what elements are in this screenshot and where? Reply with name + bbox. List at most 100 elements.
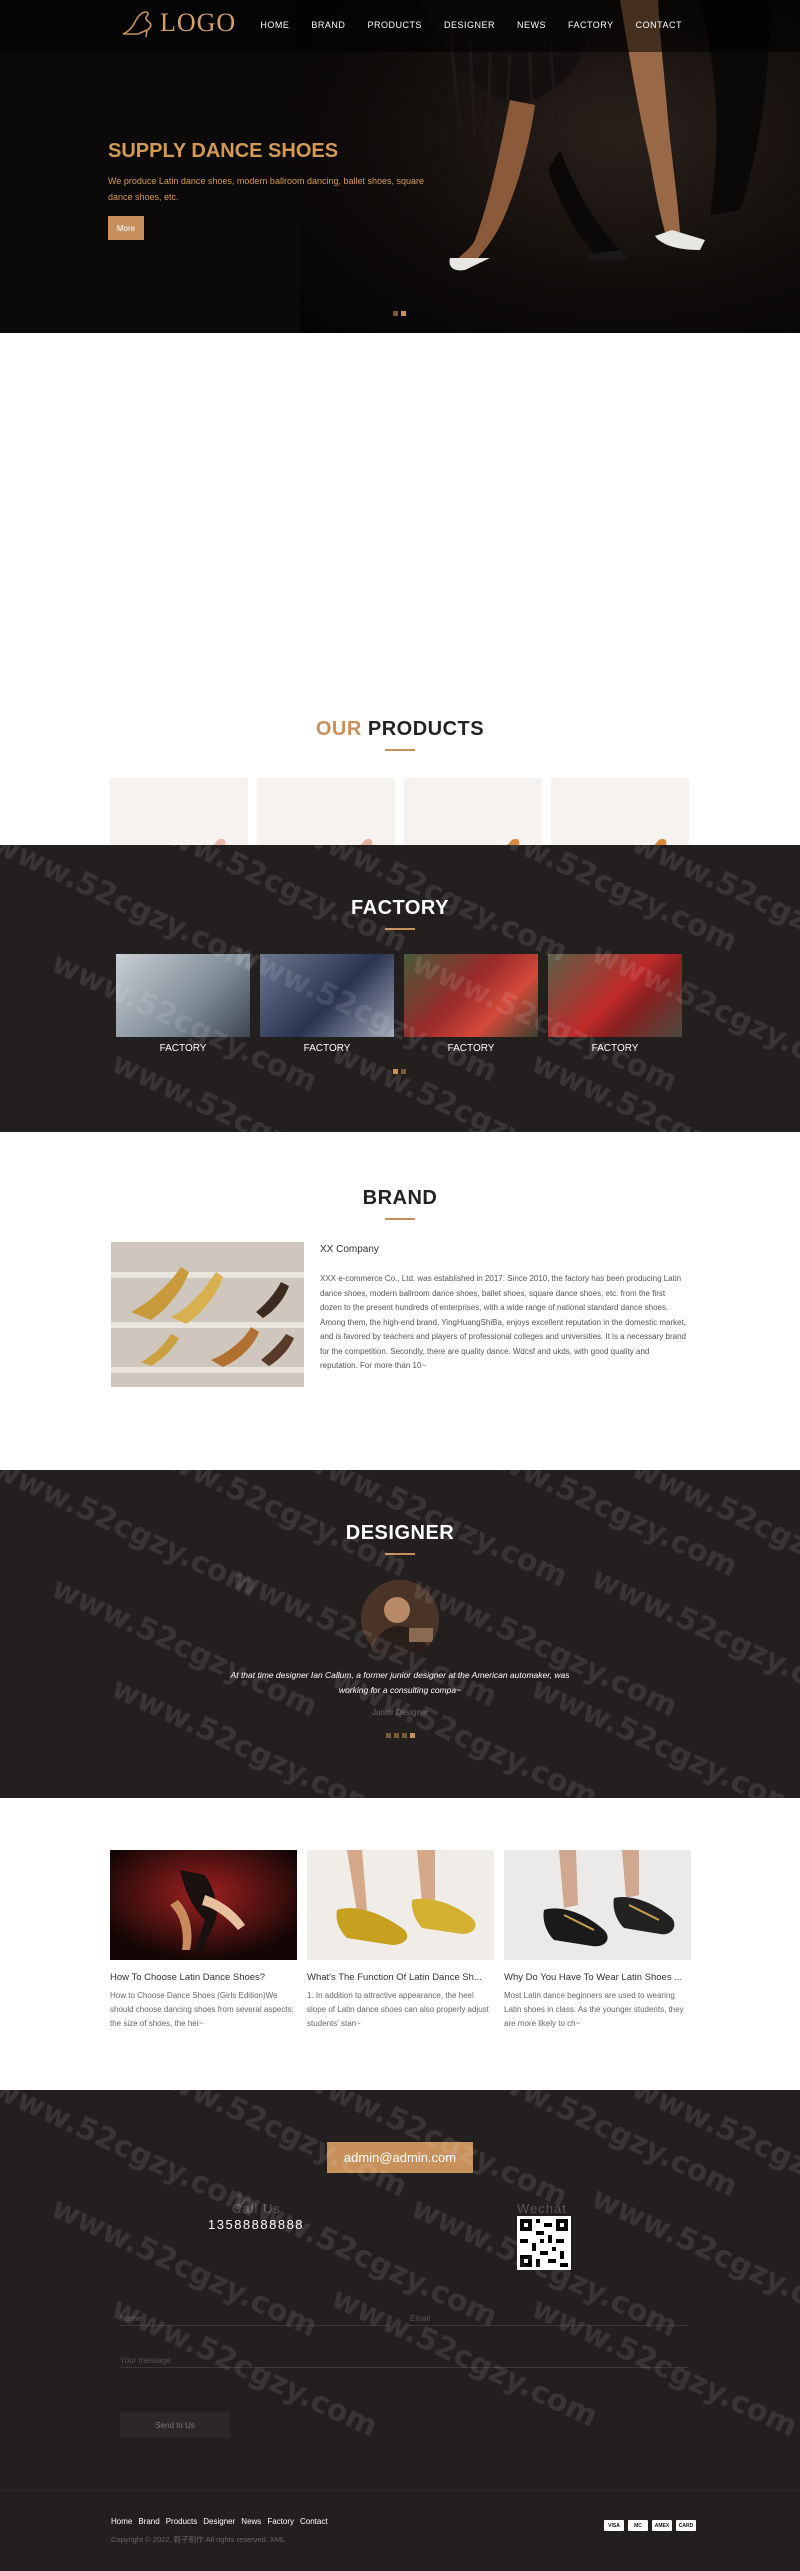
watermark-text: www.52cgzy.com [0, 2090, 263, 2225]
dancers-illustration [110, 1850, 297, 1960]
footer-nav-news[interactable]: News [241, 2517, 261, 2526]
logo-text: LOGO [160, 8, 237, 37]
designer-quote: At that time designer Ian Callum, a form… [230, 1670, 570, 1695]
main-nav: HOME BRAND PRODUCTS DESIGNER NEWS FACTOR… [260, 20, 682, 30]
top-header: LOGO HOME BRAND PRODUCTS DESIGNER NEWS F… [0, 0, 800, 52]
watermark-text: www.52cgzy.com [466, 2090, 743, 2205]
designer-role: Junior Designer [371, 1708, 429, 1717]
mastercard-icon: MC [628, 2520, 648, 2531]
factory-card[interactable]: FACTORY [548, 954, 682, 1054]
slider-dot[interactable] [393, 311, 398, 316]
factory-section: FACTORY FACTORY FACTORY FACTORY FACTORY … [0, 845, 800, 1132]
designer-slider-dots [386, 1733, 415, 1738]
footer-nav-factory[interactable]: Factory [267, 2517, 294, 2526]
title-underline [385, 1218, 415, 1220]
factory-photo [548, 954, 682, 1037]
gold-shoes-illustration [307, 1850, 494, 1960]
site-footer: admin@admin.com Call Us 13588888888 Wech… [0, 2090, 800, 2571]
visa-card-icon: VISA [604, 2520, 624, 2531]
brand-section: BRAND XX Company XXX e-commerce Co., Ltd… [0, 1132, 800, 1470]
news-excerpt: 1. In addition to attractive appearance,… [307, 1991, 489, 2028]
nav-factory[interactable]: FACTORY [568, 20, 614, 30]
footer-nav-designer[interactable]: Designer [203, 2517, 235, 2526]
watermark-text: www.52cgzy.com [46, 1570, 323, 1725]
news-title[interactable]: Why Do You Have To Wear Latin Shoes ... [504, 1972, 691, 1983]
email-field[interactable] [410, 2312, 688, 2326]
title-underline [385, 749, 415, 751]
slider-dot[interactable] [394, 1733, 399, 1738]
phone-number: 13588888888 [208, 2217, 305, 2232]
products-section: OUR PRODUCTS Latin ShoesLatin ShoesLatin… [0, 333, 800, 1114]
designer-avatar [361, 1580, 439, 1658]
shoe-shelf-illustration [111, 1242, 304, 1387]
watermark-text: www.52cgzy.com [526, 1045, 800, 1132]
site-logo[interactable]: LOGO [120, 8, 236, 38]
hero-title: SUPPLY DANCE SHOES [108, 140, 339, 162]
factory-card[interactable]: FACTORY [260, 954, 394, 1054]
name-field[interactable] [120, 2312, 390, 2326]
factory-label: FACTORY [159, 1043, 207, 1054]
news-excerpt: How to Choose Dance Shoes (Girls Edition… [110, 1991, 294, 2028]
news-card[interactable]: How To Choose Latin Dance Shoes? How to … [110, 1850, 297, 2031]
nav-home[interactable]: HOME [260, 20, 289, 30]
watermark-text: www.52cgzy.com [586, 1560, 800, 1715]
factory-photo [404, 954, 538, 1037]
watermark-text: www.52cgzy.com [626, 2090, 800, 2225]
slider-dot-active[interactable] [393, 1069, 398, 1074]
factory-card[interactable]: FACTORY [116, 954, 250, 1054]
slider-dot[interactable] [401, 1069, 406, 1074]
news-card[interactable]: Why Do You Have To Wear Latin Shoes ... … [504, 1850, 691, 2031]
footer-nav-products[interactable]: Products [166, 2517, 198, 2526]
brand-title-text: BRAND [362, 1187, 438, 1209]
nav-products[interactable]: PRODUCTS [367, 20, 422, 30]
designer-section: DESIGNER At that time designer Ian Callu… [0, 1470, 800, 1798]
slider-dot-active[interactable] [410, 1733, 415, 1738]
designer-title: DESIGNER [0, 1522, 800, 1555]
news-section: How To Choose Latin Dance Shoes? How to … [0, 1798, 800, 2090]
message-field[interactable] [120, 2354, 688, 2368]
designer-portrait [361, 1580, 439, 1658]
news-card[interactable]: What's The Function Of Latin Dance Sh...… [307, 1850, 494, 2031]
factory-card[interactable]: FACTORY [404, 954, 538, 1054]
footer-nav-contact[interactable]: Contact [300, 2517, 328, 2526]
slider-dot[interactable] [402, 1733, 407, 1738]
email-button[interactable]: admin@admin.com [327, 2142, 473, 2173]
send-button[interactable]: Send to Us [120, 2412, 230, 2438]
watermark-text: www.52cgzy.com [106, 1045, 383, 1132]
nav-brand[interactable]: BRAND [311, 20, 345, 30]
nav-contact[interactable]: CONTACT [636, 20, 682, 30]
footer-nav: Home Brand Products Designer News Factor… [111, 2517, 328, 2526]
nav-news[interactable]: NEWS [517, 20, 546, 30]
title-underline [385, 1553, 415, 1555]
hero-slider-dots [393, 311, 406, 316]
hero-more-button[interactable]: More [108, 216, 144, 240]
news-image [307, 1850, 494, 1960]
factory-photo [260, 954, 394, 1037]
nav-designer[interactable]: DESIGNER [444, 20, 495, 30]
brand-description: XXX e-commerce Co., Ltd. was established… [320, 1274, 686, 1370]
black-shoes-illustration [504, 1850, 691, 1960]
brand-title: BRAND [0, 1187, 800, 1220]
payment-icons: VISA MC AMEX CARD [604, 2520, 696, 2531]
factory-label: FACTORY [303, 1043, 351, 1054]
shoe-logo-icon [122, 11, 152, 38]
designer-title-text: DESIGNER [345, 1522, 455, 1544]
title-underline [385, 928, 415, 930]
footer-divider [0, 2490, 800, 2491]
wechat-label: Wechat [517, 2201, 567, 2216]
products-title-rest: PRODUCTS [361, 718, 485, 740]
slider-dot[interactable] [386, 1733, 391, 1738]
news-grid: How To Choose Latin Dance Shoes? How to … [110, 1850, 691, 2031]
factory-photo [116, 954, 250, 1037]
news-excerpt: Most Latin dance beginners are used to w… [504, 1991, 684, 2028]
brand-photo [111, 1242, 304, 1387]
news-title[interactable]: How To Choose Latin Dance Shoes? [110, 1972, 297, 1983]
products-title-accent: OUR [315, 718, 362, 740]
factory-grid: FACTORY FACTORY FACTORY FACTORY [116, 954, 682, 1054]
footer-nav-home[interactable]: Home [111, 2517, 132, 2526]
news-title[interactable]: What's The Function Of Latin Dance Sh... [307, 1972, 494, 1983]
slider-dot-active[interactable] [401, 311, 406, 316]
factory-label: FACTORY [447, 1043, 495, 1054]
credit-card-icon: CARD [676, 2520, 696, 2531]
footer-nav-brand[interactable]: Brand [138, 2517, 159, 2526]
